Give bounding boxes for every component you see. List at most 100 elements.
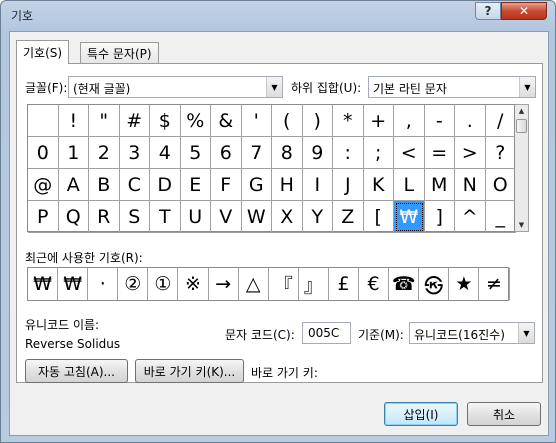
symbol-cell[interactable]: 3 [119, 137, 150, 169]
shortcut-key-button[interactable]: 바로 가기 키(K)... [135, 359, 244, 383]
autocorrect-button[interactable]: 자동 고침(A)... [25, 359, 128, 383]
symbol-cell[interactable]: U [180, 201, 211, 233]
scroll-thumb[interactable] [516, 119, 527, 133]
symbol-cell[interactable]: B [89, 169, 120, 201]
symbol-cell[interactable]: ^ [455, 201, 486, 233]
symbol-cell[interactable]: M [424, 169, 455, 201]
scroll-up-icon[interactable]: ▲ [515, 105, 528, 117]
symbol-cell[interactable]: 0 [28, 137, 59, 169]
insert-button[interactable]: 삽입(I) [384, 402, 458, 426]
tab-symbols[interactable]: 기호(S) [16, 40, 70, 64]
symbol-cell[interactable]: 5 [180, 137, 211, 169]
symbol-cell[interactable]: % [180, 105, 211, 137]
symbol-cell[interactable]: E [180, 169, 211, 201]
basis-select[interactable]: 유니코드(16진수) ▼ [409, 322, 535, 344]
symbol-cell[interactable]: ? [485, 137, 516, 169]
symbol-cell[interactable]: * [333, 105, 364, 137]
recent-symbol-cell[interactable]: 『 [269, 268, 299, 300]
symbol-cell[interactable] [28, 105, 59, 137]
font-select[interactable]: (현재 글꼴) ▼ [68, 76, 283, 98]
recent-symbol-cell[interactable]: € [359, 268, 390, 300]
symbol-cell[interactable]: F [211, 169, 242, 201]
symbol-cell[interactable]: W [241, 201, 272, 233]
symbol-cell[interactable]: ] [424, 201, 455, 233]
symbol-cell[interactable]: . [455, 105, 486, 137]
symbol-cell[interactable]: = [424, 137, 455, 169]
char-code-input[interactable]: 005C [302, 322, 351, 344]
close-button[interactable]: ✕ [501, 2, 547, 20]
symbol-cell[interactable]: @ [28, 169, 59, 201]
symbol-cell[interactable]: R [89, 201, 120, 233]
recent-symbol-cell[interactable]: ≠ [479, 268, 510, 300]
subset-select[interactable]: 기본 라틴 문자 ▼ [368, 76, 536, 98]
symbol-cell[interactable]: : [333, 137, 364, 169]
symbol-cell[interactable]: - [424, 105, 455, 137]
symbol-cell[interactable]: Z [333, 201, 364, 233]
symbol-cell[interactable]: ) [302, 105, 333, 137]
title-bar[interactable]: 기호 ? ✕ [1, 1, 555, 29]
recent-symbol-cell[interactable]: 』 [299, 268, 329, 300]
symbol-cell[interactable]: ₩ [394, 201, 425, 233]
symbol-cell[interactable]: + [363, 105, 394, 137]
symbol-cell[interactable]: ; [363, 137, 394, 169]
symbol-cell[interactable]: [ [363, 201, 394, 233]
symbol-cell[interactable]: H [272, 169, 303, 201]
recent-symbol-cell[interactable]: ☎ [389, 268, 420, 300]
symbol-cell[interactable]: # [119, 105, 150, 137]
chevron-down-icon[interactable]: ▼ [518, 323, 534, 343]
symbol-cell[interactable]: 9 [302, 137, 333, 169]
symbol-cell[interactable]: Y [302, 201, 333, 233]
symbol-cell[interactable]: A [58, 169, 89, 201]
recent-symbol-cell[interactable]: ★ [449, 268, 480, 300]
symbol-cell[interactable]: S [119, 201, 150, 233]
symbol-cell[interactable]: > [455, 137, 486, 169]
recent-symbol-cell[interactable]: ㉿ [419, 268, 450, 300]
symbol-cell[interactable]: ' [241, 105, 272, 137]
tab-special-characters[interactable]: 특수 문자(P) [80, 42, 159, 63]
chevron-down-icon[interactable]: ▼ [519, 77, 535, 97]
help-button[interactable]: ? [475, 2, 501, 20]
symbol-cell[interactable]: V [211, 201, 242, 233]
symbol-cell[interactable]: J [333, 169, 364, 201]
symbol-cell[interactable]: 8 [272, 137, 303, 169]
chevron-down-icon[interactable]: ▼ [266, 77, 282, 97]
symbol-cell[interactable]: " [89, 105, 120, 137]
symbol-cell[interactable]: , [394, 105, 425, 137]
symbol-cell[interactable]: G [241, 169, 272, 201]
symbol-cell[interactable]: N [455, 169, 486, 201]
symbol-cell[interactable]: X [272, 201, 303, 233]
symbol-grid-scrollbar[interactable]: ▲ ▼ [515, 104, 529, 232]
recent-symbol-cell[interactable]: → [209, 268, 239, 300]
symbol-cell[interactable]: D [150, 169, 181, 201]
symbol-cell[interactable]: 1 [58, 137, 89, 169]
symbol-cell[interactable]: L [394, 169, 425, 201]
symbol-cell[interactable]: < [394, 137, 425, 169]
symbol-cell[interactable]: C [119, 169, 150, 201]
recent-symbol-cell[interactable]: ₩ [28, 268, 59, 300]
recent-symbol-cell[interactable]: £ [329, 268, 360, 300]
symbol-cell[interactable]: 6 [211, 137, 242, 169]
recent-symbol-cell[interactable]: ※ [178, 268, 209, 300]
cancel-button[interactable]: 취소 [467, 402, 541, 426]
symbol-cell[interactable]: T [150, 201, 181, 233]
recent-symbol-cell[interactable]: ① [148, 268, 179, 300]
recent-symbol-cell[interactable]: · [88, 268, 119, 300]
symbol-cell[interactable]: _ [485, 201, 516, 233]
symbol-cell[interactable]: & [211, 105, 242, 137]
symbol-cell[interactable]: Q [58, 201, 89, 233]
symbol-cell[interactable]: ! [58, 105, 89, 137]
symbol-cell[interactable]: $ [150, 105, 181, 137]
symbol-cell[interactable]: 7 [241, 137, 272, 169]
recent-symbol-cell[interactable]: ₩ [58, 268, 89, 300]
symbol-cell[interactable]: / [485, 105, 516, 137]
symbol-cell[interactable]: P [28, 201, 59, 233]
symbol-cell[interactable]: 2 [89, 137, 120, 169]
symbol-cell[interactable]: K [363, 169, 394, 201]
symbol-cell[interactable]: 4 [150, 137, 181, 169]
recent-symbol-cell[interactable]: △ [239, 268, 269, 300]
scroll-down-icon[interactable]: ▼ [515, 219, 528, 231]
symbol-cell[interactable]: ( [272, 105, 303, 137]
recent-symbol-cell[interactable]: ② [118, 268, 149, 300]
symbol-cell[interactable]: I [302, 169, 333, 201]
symbol-cell[interactable]: O [485, 169, 516, 201]
